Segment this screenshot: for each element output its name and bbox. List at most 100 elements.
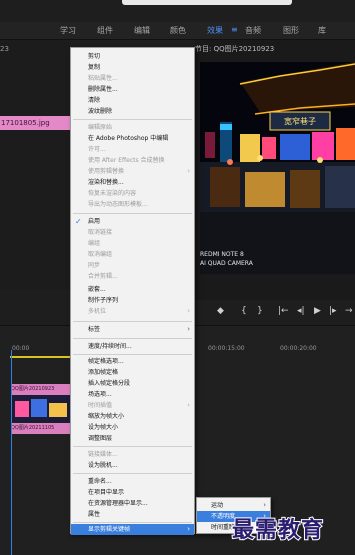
mark-out-bracket-icon[interactable]: } <box>257 306 263 316</box>
menu-item-label: 设为帧大小 <box>88 424 119 431</box>
playhead[interactable] <box>11 350 12 555</box>
menu-item-ungroup[interactable]: 取消编组 <box>71 249 194 260</box>
menu-item-make-offline[interactable]: 设为脱机... <box>71 460 194 471</box>
menu-item-license[interactable]: 许可... <box>71 144 194 155</box>
menu-item-label: 取消链接 <box>88 229 113 236</box>
watermark-line: AI QUAD CAMERA <box>200 260 253 267</box>
ruler-time: 00:00 <box>12 345 30 352</box>
mark-in-bracket-icon[interactable]: { <box>241 306 247 316</box>
camera-watermark: REDMI NOTE 8 AI QUAD CAMERA <box>200 250 253 268</box>
mark-in-icon[interactable]: ◆ <box>217 306 224 316</box>
hamburger-icon[interactable]: ≡ <box>231 25 238 34</box>
menu-item-label: 使用 After Effects 合成替换 <box>88 157 165 164</box>
menu-item-make-subsequence[interactable]: 制作子序列 <box>71 295 194 306</box>
step-back-icon[interactable]: ◂| <box>297 306 305 316</box>
workspace-tab[interactable]: 学习 <box>60 25 76 36</box>
menu-separator <box>73 213 192 214</box>
context-menu: 剪切 复制 粘贴属性... 删除属性... 清除 波纹删除 编辑原始 在 Ado… <box>70 47 195 535</box>
menu-item-label: 设为脱机... <box>88 462 118 469</box>
checkmark-icon: ✓ <box>75 217 82 226</box>
menu-item-set-to-frame[interactable]: 设为帧大小 <box>71 422 194 433</box>
timeline-clip[interactable]: QQ图片20211105 <box>11 423 70 434</box>
menu-item-label: 剪切 <box>88 53 101 60</box>
workspace-tab[interactable]: 编辑 <box>134 25 150 36</box>
menu-item-label: 多机位 <box>88 308 107 315</box>
menu-item-link-media[interactable]: 链接媒体... <box>71 449 194 460</box>
menu-item-unlink[interactable]: 取消链接 <box>71 227 194 238</box>
menu-separator <box>73 446 192 447</box>
workspace-tab[interactable]: 颜色 <box>170 25 186 36</box>
menu-item-multi-camera[interactable]: 多机位 › <box>71 306 194 317</box>
menu-item-edit-original[interactable]: 编辑原始 <box>71 122 194 133</box>
chevron-right-icon: › <box>187 525 190 533</box>
night-street-image: 宽窄巷子 <box>200 62 355 274</box>
menu-item-group[interactable]: 编组 <box>71 238 194 249</box>
menu-item-clear[interactable]: 清除 <box>71 95 194 106</box>
work-area-bar[interactable] <box>10 356 70 358</box>
menu-item-label: 在资源管理器中显示... <box>88 500 148 507</box>
program-monitor-title[interactable]: 节目: QQ图片20210923 <box>195 44 274 54</box>
menu-item-label: 场选项... <box>88 391 112 398</box>
submenu-item-motion[interactable]: 运动 › <box>197 500 270 511</box>
menu-item-merge-clips[interactable]: 合并剪辑... <box>71 271 194 282</box>
chevron-right-icon: › <box>263 501 266 509</box>
watermark-line: REDMI NOTE 8 <box>200 251 244 258</box>
menu-item-remove-attributes[interactable]: 删除属性... <box>71 84 194 95</box>
timeline-clip-thumbnail[interactable] <box>11 395 70 422</box>
menu-item-field-options[interactable]: 场选项... <box>71 389 194 400</box>
project-clip-item[interactable]: 17101805.jpg <box>0 116 70 130</box>
menu-item-label: 在项目中显示 <box>88 489 125 496</box>
menu-item-label: 标签 <box>88 326 101 333</box>
menu-item-edit-in-photoshop[interactable]: 在 Adobe Photoshop 中编辑 <box>71 133 194 144</box>
workspace-tab[interactable]: 库 <box>318 25 326 36</box>
menu-item-reveal-in-project[interactable]: 在项目中显示 <box>71 487 194 498</box>
project-panel: 23 17101805.jpg <box>0 40 70 290</box>
menu-item-label: 编组 <box>88 240 101 247</box>
menu-item-add-frame-hold[interactable]: 添加帧定格 <box>71 367 194 378</box>
menu-item-label: 同步 <box>88 262 101 269</box>
timeline-clip[interactable]: QQ图片20210923 <box>11 384 70 395</box>
workspace-tab[interactable]: 图形 <box>283 25 299 36</box>
go-to-out-icon[interactable]: → <box>345 306 353 316</box>
workspace-tab-active[interactable]: 效果 <box>207 25 223 36</box>
menu-item-rename[interactable]: 重命名... <box>71 476 194 487</box>
menu-item-speed-duration[interactable]: 速度/持续时间... <box>71 341 194 352</box>
menu-item-replace-with-clip[interactable]: 使用剪辑替换 › <box>71 166 194 177</box>
chevron-right-icon: › <box>187 307 190 315</box>
transport-controls: ◆ { } |← ◂| ▶ |▸ → <box>195 300 355 324</box>
menu-item-nest[interactable]: 嵌套... <box>71 284 194 295</box>
menu-item-label-color[interactable]: 标签 › <box>71 324 194 335</box>
go-to-in-icon[interactable]: |← <box>278 306 289 316</box>
chevron-right-icon: › <box>187 167 190 175</box>
menu-item-enable[interactable]: ✓ 启用 <box>71 216 194 227</box>
menu-item-label: 取消编组 <box>88 251 113 258</box>
submenu-item-label: 运动 <box>211 502 224 509</box>
play-icon[interactable]: ▶ <box>314 306 321 316</box>
panel-header-fragment: 23 <box>0 45 9 53</box>
step-forward-icon[interactable]: |▸ <box>329 306 337 316</box>
menu-item-ripple-delete[interactable]: 波纹删除 <box>71 106 194 117</box>
menu-item-adjustment-layer[interactable]: 调整图层 <box>71 433 194 444</box>
brand-watermark: 最需教育 <box>231 516 325 544</box>
menu-item-paste-attributes[interactable]: 粘贴属性... <box>71 73 194 84</box>
menu-separator <box>73 338 192 339</box>
menu-item-render-and-replace[interactable]: 渲染和替换... <box>71 177 194 188</box>
menu-item-insert-frame-hold[interactable]: 插入帧定格分段 <box>71 378 194 389</box>
menu-item-scale-to-frame[interactable]: 缩放为帧大小 <box>71 411 194 422</box>
menu-item-label: 添加帧定格 <box>88 369 119 376</box>
menu-item-frame-hold-options[interactable]: 帧定格选项... <box>71 356 194 367</box>
menu-item-time-interpolation[interactable]: 时间插值 › <box>71 400 194 411</box>
menu-item-copy[interactable]: 复制 <box>71 62 194 73</box>
menu-item-properties[interactable]: 属性 <box>71 509 194 520</box>
chevron-right-icon: › <box>187 401 190 409</box>
menu-item-restore-unrendered[interactable]: 恢复未渲染的内容 <box>71 188 194 199</box>
menu-item-label: 编辑原始 <box>88 124 113 131</box>
menu-item-cut[interactable]: 剪切 <box>71 51 194 62</box>
menu-item-synchronize[interactable]: 同步 <box>71 260 194 271</box>
menu-item-export-mogrt[interactable]: 导出为动态图形模板... <box>71 199 194 210</box>
menu-item-replace-with-ae[interactable]: 使用 After Effects 合成替换 <box>71 155 194 166</box>
menu-item-show-clip-keyframes[interactable]: 显示剪辑关键帧 › <box>71 524 194 535</box>
workspace-tab[interactable]: 音频 <box>245 25 261 36</box>
workspace-tab[interactable]: 组件 <box>97 25 113 36</box>
menu-item-reveal-in-explorer[interactable]: 在资源管理器中显示... <box>71 498 194 509</box>
